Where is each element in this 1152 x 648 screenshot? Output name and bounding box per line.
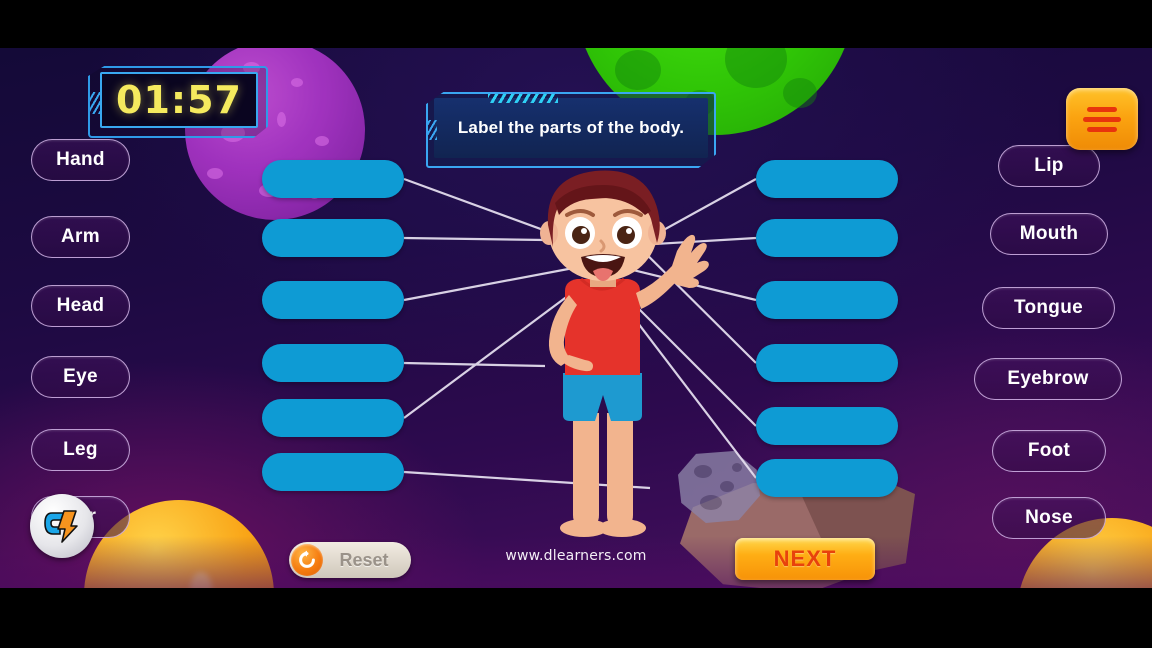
next-label: NEXT: [773, 546, 837, 571]
instruction-text: Label the parts of the body.: [457, 118, 685, 137]
dlearners-logo-icon[interactable]: [30, 494, 94, 558]
banner-inner: Label the parts of the body.: [434, 98, 708, 158]
word-pill-nose[interactable]: Nose: [992, 497, 1106, 539]
countdown-timer: 01:57: [88, 66, 268, 138]
word-pill-label: Arm: [61, 226, 100, 247]
word-pill-arm[interactable]: Arm: [31, 216, 130, 258]
instruction-banner: Label the parts of the body.: [426, 92, 716, 168]
drop-slot-right-5[interactable]: [756, 407, 898, 445]
drop-slot-left-4[interactable]: [262, 344, 404, 382]
drop-slot-right-2[interactable]: [756, 219, 898, 257]
word-pill-label: Head: [56, 295, 105, 316]
game-screen: Hand Arm Head Eye Leg Ear Lip: [0, 0, 1152, 648]
word-pill-label: Eye: [63, 366, 98, 387]
word-pill-tongue[interactable]: Tongue: [982, 287, 1115, 329]
word-pill-label: Lip: [1034, 155, 1064, 176]
timer-value: 01:57: [116, 78, 242, 122]
word-pill-label: Leg: [63, 439, 98, 460]
body-illustration: [540, 170, 709, 537]
word-pill-lip[interactable]: Lip: [998, 145, 1100, 187]
drop-slot-right-3[interactable]: [756, 281, 898, 319]
word-pill-foot[interactable]: Foot: [992, 430, 1106, 472]
drop-slot-left-2[interactable]: [262, 219, 404, 257]
game-canvas: Hand Arm Head Eye Leg Ear Lip: [0, 48, 1152, 588]
word-pill-leg[interactable]: Leg: [31, 429, 130, 471]
drop-slot-right-4[interactable]: [756, 344, 898, 382]
drop-slot-right-6[interactable]: [756, 459, 898, 497]
next-button[interactable]: NEXT: [735, 538, 875, 580]
word-pill-eye[interactable]: Eye: [31, 356, 130, 398]
word-pill-label: Foot: [1027, 440, 1071, 461]
banner-hatch-top-decoration: [488, 94, 558, 103]
word-pill-eyebrow[interactable]: Eyebrow: [974, 358, 1122, 400]
menu-line: [1087, 126, 1117, 132]
drop-slot-right-1[interactable]: [756, 160, 898, 198]
site-watermark: www.dlearners.com: [505, 548, 647, 564]
word-pill-label: Eyebrow: [1007, 368, 1089, 389]
logo-mark: [44, 510, 78, 543]
drop-slot-left-3[interactable]: [262, 281, 404, 319]
word-pill-mouth[interactable]: Mouth: [990, 213, 1108, 255]
word-pill-label: Nose: [1025, 507, 1073, 528]
menu-line: [1083, 116, 1121, 122]
hamburger-menu-icon[interactable]: [1066, 88, 1138, 150]
letterbox-bottom: [0, 588, 1152, 648]
menu-line: [1087, 106, 1117, 112]
word-pill-label: Mouth: [1019, 223, 1079, 244]
word-pill-label: Hand: [56, 149, 105, 170]
word-pill-label: Tongue: [1014, 297, 1083, 318]
banner-hatch-left-decoration: [427, 120, 437, 140]
letterbox-top: [0, 0, 1152, 48]
drop-slot-left-5[interactable]: [262, 399, 404, 437]
timer-display: 01:57: [100, 72, 258, 128]
drop-slot-left-6[interactable]: [262, 453, 404, 491]
drop-slot-left-1[interactable]: [262, 160, 404, 198]
bottom-toolbar: Reset www.dlearners.com NEXT: [0, 536, 1152, 588]
word-pill-head[interactable]: Head: [31, 285, 130, 327]
word-pill-hand[interactable]: Hand: [31, 139, 130, 181]
